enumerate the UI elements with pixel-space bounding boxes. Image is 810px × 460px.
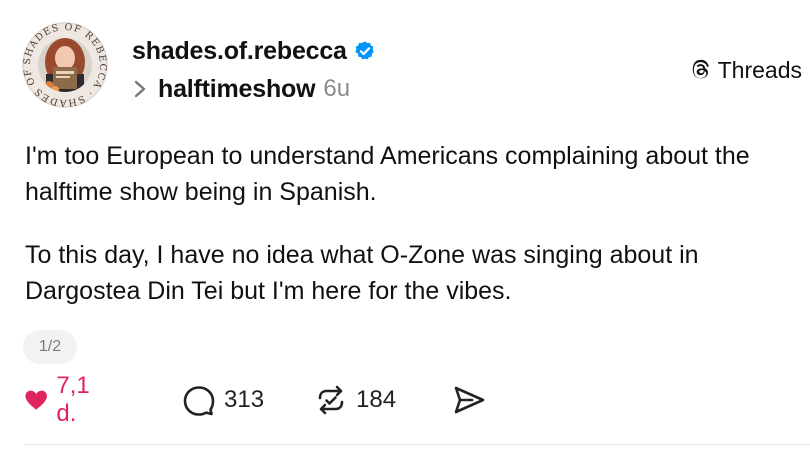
post-time: 6u [323, 75, 351, 102]
author-row: shades.of.rebecca [132, 36, 376, 66]
threads-post: SHADES OF REBECCA · SHADES OF REBECCA · [0, 0, 810, 460]
send-icon [454, 386, 485, 414]
share-button[interactable] [452, 378, 486, 422]
like-count: 7,1 d. [56, 372, 90, 427]
topic-row: halftimeshow 6u [133, 74, 350, 104]
avatar[interactable]: SHADES OF REBECCA · SHADES OF REBECCA · [22, 22, 108, 108]
repost-icon [318, 385, 344, 415]
threads-brand: Threads [688, 56, 802, 84]
post-paragraph-1: I'm too European to understand Americans… [25, 142, 750, 206]
brand-name: Threads [717, 56, 802, 83]
comment-bubble-icon [183, 386, 215, 416]
verified-badge-icon [354, 40, 376, 62]
chevron-right-icon [134, 80, 146, 98]
repost-count: 184 [356, 386, 397, 413]
divider [24, 444, 810, 445]
topic-tag[interactable]: halftimeshow [158, 75, 316, 104]
reply-count: 313 [224, 386, 265, 413]
repost-button[interactable]: 184 [314, 378, 396, 422]
username[interactable]: shades.of.rebecca [132, 37, 347, 66]
like-button[interactable]: 7,1 d. [24, 372, 99, 427]
reply-button[interactable]: 313 [182, 378, 264, 422]
page-indicator: 1/2 [23, 330, 77, 364]
post-paragraph-2: To this day, I have no idea what O-Zone … [25, 241, 699, 305]
heart-icon [25, 390, 47, 410]
threads-logo-icon [692, 59, 709, 79]
